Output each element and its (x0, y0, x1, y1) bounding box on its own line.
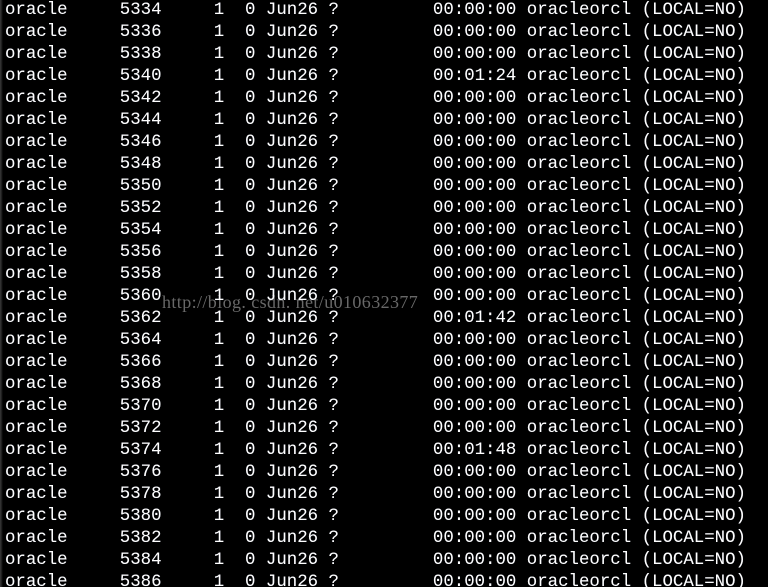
process-row: oracle 5334 1 0 Jun26 ? 00:00:00 oracleo… (5, 1, 746, 20)
process-row: oracle 5374 1 0 Jun26 ? 00:01:48 oracleo… (5, 441, 746, 460)
process-row: oracle 5364 1 0 Jun26 ? 00:00:00 oracleo… (5, 331, 746, 350)
terminal-window[interactable]: http://blog. csdn. net/u010632377 oracle… (0, 0, 768, 587)
process-row: oracle 5358 1 0 Jun26 ? 00:00:00 oracleo… (5, 265, 746, 284)
process-row: oracle 5338 1 0 Jun26 ? 00:00:00 oracleo… (5, 45, 746, 64)
process-row: oracle 5350 1 0 Jun26 ? 00:00:00 oracleo… (5, 177, 746, 196)
process-row: oracle 5344 1 0 Jun26 ? 00:00:00 oracleo… (5, 111, 746, 130)
process-row: oracle 5384 1 0 Jun26 ? 00:00:00 oracleo… (5, 551, 746, 570)
process-row: oracle 5382 1 0 Jun26 ? 00:00:00 oracleo… (5, 529, 746, 548)
process-list: oracle 5334 1 0 Jun26 ? 00:00:00 oracleo… (0, 0, 746, 587)
process-row: oracle 5376 1 0 Jun26 ? 00:00:00 oracleo… (5, 463, 746, 482)
process-row: oracle 5360 1 0 Jun26 ? 00:00:00 oracleo… (5, 287, 746, 306)
process-row: oracle 5370 1 0 Jun26 ? 00:00:00 oracleo… (5, 397, 746, 416)
process-row: oracle 5372 1 0 Jun26 ? 00:00:00 oracleo… (5, 419, 746, 438)
process-row: oracle 5386 1 0 Jun26 ? 00:00:00 oracleo… (5, 573, 746, 587)
process-row: oracle 5346 1 0 Jun26 ? 00:00:00 oracleo… (5, 133, 746, 152)
process-row: oracle 5336 1 0 Jun26 ? 00:00:00 oracleo… (5, 23, 746, 42)
process-row: oracle 5380 1 0 Jun26 ? 00:00:00 oracleo… (5, 507, 746, 526)
process-row: oracle 5362 1 0 Jun26 ? 00:01:42 oracleo… (5, 309, 746, 328)
process-row: oracle 5342 1 0 Jun26 ? 00:00:00 oracleo… (5, 89, 746, 108)
process-row: oracle 5340 1 0 Jun26 ? 00:01:24 oracleo… (5, 67, 746, 86)
process-row: oracle 5368 1 0 Jun26 ? 00:00:00 oracleo… (5, 375, 746, 394)
process-row: oracle 5378 1 0 Jun26 ? 00:00:00 oracleo… (5, 485, 746, 504)
process-row: oracle 5348 1 0 Jun26 ? 00:00:00 oracleo… (5, 155, 746, 174)
process-row: oracle 5354 1 0 Jun26 ? 00:00:00 oracleo… (5, 221, 746, 240)
process-row: oracle 5352 1 0 Jun26 ? 00:00:00 oracleo… (5, 199, 746, 218)
process-row: oracle 5366 1 0 Jun26 ? 00:00:00 oracleo… (5, 353, 746, 372)
process-row: oracle 5356 1 0 Jun26 ? 00:00:00 oracleo… (5, 243, 746, 262)
